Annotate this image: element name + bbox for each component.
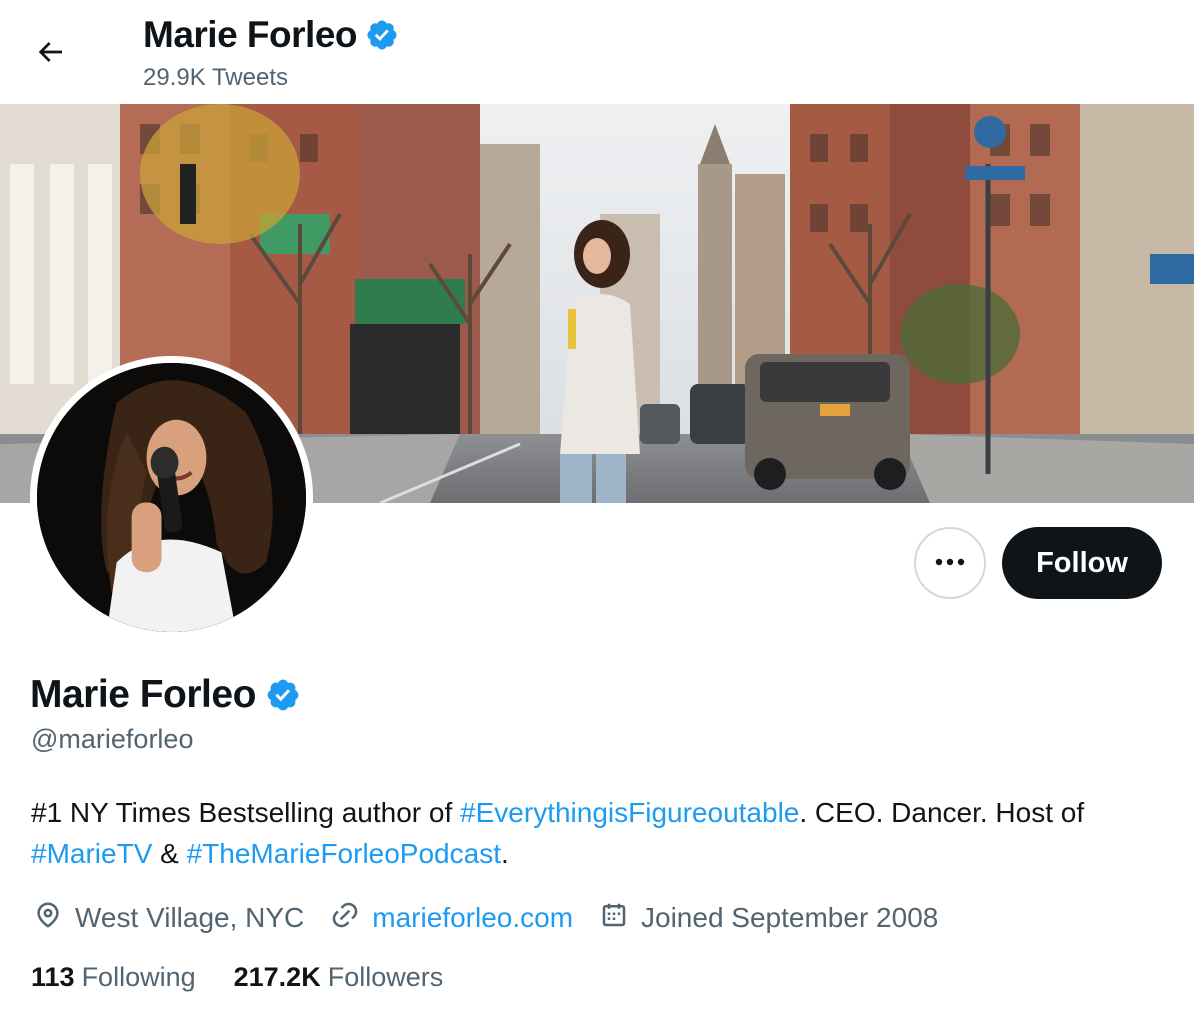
bio-text: & bbox=[152, 838, 187, 869]
bio-hashtag[interactable]: #TheMarieForleoPodcast bbox=[187, 838, 501, 869]
profile-header-bar: Marie Forleo 29.9K Tweets bbox=[0, 0, 1194, 104]
location-text: West Village, NYC bbox=[75, 902, 305, 933]
header-title: Marie Forleo bbox=[143, 14, 399, 56]
profile-bio: #1 NY Times Bestselling author of #Every… bbox=[31, 792, 1171, 874]
back-button[interactable] bbox=[22, 26, 78, 82]
more-options-button[interactable] bbox=[914, 527, 986, 599]
header-display-name: Marie Forleo bbox=[143, 14, 358, 55]
bio-hashtag[interactable]: #EverythingisFigureoutable bbox=[460, 797, 799, 828]
bio-text: . CEO. Dancer. Host of bbox=[799, 797, 1085, 828]
profile-display-name-row: Marie Forleo bbox=[30, 673, 301, 717]
profile-stats: 113 Following 217.2K Followers bbox=[31, 962, 481, 993]
follow-button[interactable]: Follow bbox=[1002, 527, 1162, 599]
followers-link[interactable]: 217.2K Followers bbox=[234, 962, 444, 993]
profile-location: West Village, NYC bbox=[33, 900, 304, 937]
profile-display-name: Marie Forleo bbox=[30, 673, 256, 716]
profile-joined: Joined September 2008 bbox=[599, 900, 938, 937]
bio-text: . bbox=[500, 838, 509, 869]
calendar-icon bbox=[599, 900, 641, 937]
more-horizontal-icon bbox=[933, 554, 967, 572]
followers-label: Followers bbox=[327, 962, 444, 992]
verified-badge-icon[interactable] bbox=[365, 18, 399, 52]
profile-handle: @marieforleo bbox=[31, 724, 194, 754]
bio-hashtag[interactable]: #MarieTV bbox=[31, 838, 152, 869]
bio-text: #1 NY Times Bestselling author of bbox=[31, 797, 461, 828]
profile-avatar[interactable] bbox=[30, 356, 313, 639]
location-pin-icon bbox=[33, 900, 75, 937]
link-icon bbox=[330, 900, 372, 937]
verified-badge-icon[interactable] bbox=[265, 677, 301, 713]
following-link[interactable]: 113 Following bbox=[31, 962, 196, 993]
profile-meta: West Village, NYC marieforleo.com Joined… bbox=[33, 899, 964, 937]
joined-text: Joined September 2008 bbox=[641, 902, 939, 933]
followers-count: 217.2K bbox=[233, 962, 321, 992]
website-link[interactable]: marieforleo.com bbox=[372, 902, 573, 934]
profile-website[interactable]: marieforleo.com bbox=[330, 900, 573, 937]
header-tweet-count: 29.9K Tweets bbox=[143, 64, 288, 91]
following-label: Following bbox=[81, 962, 196, 992]
following-count: 113 bbox=[31, 962, 75, 992]
arrow-left-icon bbox=[34, 36, 66, 73]
